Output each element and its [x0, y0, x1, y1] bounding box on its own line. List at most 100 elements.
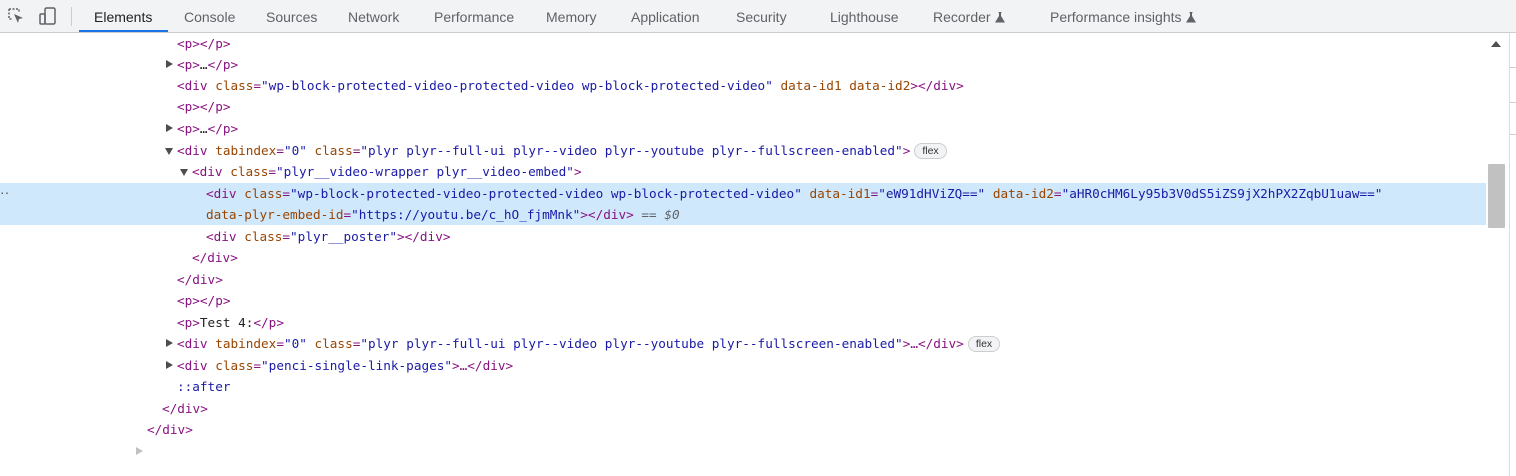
toolbar-separator [71, 7, 72, 26]
tab-sources[interactable]: Sources [266, 0, 317, 33]
tab-recorder-label: Recorder [933, 9, 991, 25]
console-reference: == $0 [633, 207, 680, 222]
expand-arrow-icon[interactable] [166, 361, 173, 369]
tag-open: <div [206, 186, 237, 201]
dom-node-div-plyr-collapsed[interactable]: <div tabindex="0" class="plyr plyr--full… [0, 333, 1486, 354]
flask-icon [1185, 12, 1196, 23]
attr-name: class [244, 229, 283, 244]
tag-open: <div [177, 358, 208, 373]
scrollbar-thumb[interactable] [1488, 164, 1505, 228]
tab-lighthouse[interactable]: Lighthouse [830, 0, 899, 33]
attr-name: class [314, 336, 353, 351]
tab-console[interactable]: Console [184, 0, 235, 33]
tag-end: ></div> [580, 207, 634, 222]
tag-close: </p> [207, 121, 239, 136]
tag-end: >…</div> [902, 336, 964, 351]
text-node: Test 4: [199, 315, 254, 330]
scroll-marker [1510, 102, 1516, 103]
tag-open: <div [192, 164, 223, 179]
tag-open: <div [206, 229, 237, 244]
tag-end: > [573, 164, 582, 179]
attr-name: tabindex [215, 143, 277, 158]
dom-node-p-empty[interactable]: <p></p> [0, 33, 1486, 54]
expand-arrow-icon[interactable] [166, 124, 173, 132]
tag-open: <div [177, 78, 208, 93]
tag-end: ></div> [397, 229, 451, 244]
dom-node-pseudo-after[interactable]: ::after [0, 376, 1486, 397]
tag-end: >…</div> [452, 358, 514, 373]
expand-arrow-icon [136, 447, 143, 455]
dom-node-close-div[interactable]: </div> [0, 269, 1486, 290]
attr-value: "aHR0cHM6Ly95b3V0dS5iZS9jX2hPX2ZqbU1uaw=… [1061, 186, 1383, 201]
flex-badge[interactable]: flex [967, 336, 1001, 352]
tab-recorder[interactable]: Recorder [933, 0, 1005, 33]
attr-value: "https://youtu.be/c_hO_fjmMnk" [351, 207, 581, 222]
flask-icon [994, 12, 1005, 23]
panel-divider[interactable] [1509, 33, 1510, 476]
dom-node-div-plyr[interactable]: <div tabindex="0" class="plyr plyr--full… [0, 140, 1486, 161]
attr-name: class [215, 358, 254, 373]
dom-node-close-div[interactable]: </div> [0, 247, 1486, 268]
tag-end: > [902, 143, 911, 158]
dom-node-div-video-wrapper[interactable]: <div class="plyr__video-wrapper plyr__vi… [0, 161, 1486, 182]
expand-arrow-icon[interactable] [166, 60, 173, 68]
tag-close: </div> [162, 401, 208, 416]
attr-value: "eW91dHViZQ==" [878, 186, 986, 201]
tag-open: <p> [177, 293, 200, 308]
dom-node-div-selected-cont[interactable]: data-plyr-embed-id="https://youtu.be/c_h… [0, 204, 1486, 225]
tab-security[interactable]: Security [736, 0, 787, 33]
inspect-element-icon[interactable] [6, 6, 26, 26]
tag-close: </div> [147, 422, 193, 437]
dom-node-p-text[interactable]: <p>Test 4:</p> [0, 312, 1486, 333]
tag-close: </div> [192, 250, 238, 265]
dom-node-close-div[interactable]: </div> [0, 419, 1486, 440]
dom-node-div-selected[interactable]: <div class="wp-block-protected-video-pro… [0, 183, 1486, 204]
tag-close: </p> [199, 36, 231, 51]
collapsed-ellipsis: … [199, 57, 208, 72]
tag-open: <div [177, 143, 208, 158]
scroll-up-arrow-icon[interactable] [1491, 41, 1501, 47]
collapse-arrow-icon[interactable] [165, 148, 173, 155]
attr-value: "penci-single-link-pages" [261, 358, 453, 373]
tab-memory[interactable]: Memory [546, 0, 597, 33]
attr-name: class [314, 143, 353, 158]
attr-name: tabindex [215, 336, 277, 351]
vertical-scrollbar[interactable] [1486, 33, 1516, 476]
attr-value: "plyr plyr--full-ui plyr--video plyr--yo… [360, 143, 903, 158]
dom-node-p-empty[interactable]: <p></p> [0, 290, 1486, 311]
dom-node-p-collapsed[interactable]: <p>…</p> [0, 118, 1486, 139]
active-tab-indicator [79, 30, 168, 32]
attr-name: data-plyr-embed-id [206, 207, 344, 222]
attr-name: data-id1 [780, 78, 842, 93]
dom-node-p-empty[interactable]: <p></p> [0, 96, 1486, 117]
dom-node-div-link-pages[interactable]: <div class="penci-single-link-pages">…</… [0, 355, 1486, 376]
attr-name: data-id2 [992, 186, 1054, 201]
devtools-tab-bar: Elements Console Sources Network Perform… [0, 0, 1516, 33]
tag-open: <p> [177, 99, 200, 114]
attr-value: "plyr plyr--full-ui plyr--video plyr--yo… [360, 336, 903, 351]
dom-node-div-poster[interactable]: <div class="plyr__poster"></div> [0, 226, 1486, 247]
flex-badge[interactable]: flex [914, 143, 947, 159]
attr-value: "wp-block-protected-video-protected-vide… [261, 78, 773, 93]
collapsed-ellipsis: … [199, 121, 208, 136]
dom-node-close-div[interactable]: </div> [0, 398, 1486, 419]
elements-dom-tree: ·· <p></p> <p>…</p> <div class="wp-block… [0, 33, 1486, 476]
attr-name: data-id2 [849, 78, 911, 93]
attr-name: class [230, 164, 269, 179]
scroll-marker [1510, 67, 1516, 68]
tag-end: ></div> [910, 78, 964, 93]
collapse-arrow-icon[interactable] [180, 169, 188, 176]
dom-node-p-collapsed[interactable]: <p>…</p> [0, 54, 1486, 75]
tab-network[interactable]: Network [348, 0, 399, 33]
tab-performance-insights[interactable]: Performance insights [1050, 0, 1196, 33]
attr-name: class [244, 186, 283, 201]
tab-performance[interactable]: Performance [434, 0, 514, 33]
expand-arrow-icon[interactable] [166, 339, 173, 347]
dom-node-div-protected-video[interactable]: <div class="wp-block-protected-video-pro… [0, 75, 1486, 96]
dom-node-partial [0, 441, 1486, 462]
tab-elements[interactable]: Elements [94, 0, 152, 33]
attr-value: "0" [283, 336, 307, 351]
device-toolbar-icon[interactable] [38, 6, 58, 26]
pseudo-element: ::after [177, 379, 231, 394]
tab-application[interactable]: Application [631, 0, 700, 33]
